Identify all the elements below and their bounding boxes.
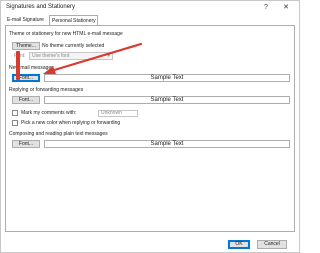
- new-mail-sample: Sample Text: [44, 74, 290, 82]
- theme-value: No theme currently selected: [42, 43, 105, 49]
- mark-comments-label: Mark my comments with:: [21, 110, 77, 116]
- ok-button[interactable]: OK: [228, 240, 250, 249]
- plain-text-font-button[interactable]: Font...: [12, 140, 40, 148]
- tab-email-signature[interactable]: E-mail Signature: [5, 16, 48, 25]
- theme-section-heading: Theme or stationery for new HTML e-mail …: [9, 31, 123, 37]
- theme-font-select-value: Use theme's font: [32, 53, 70, 59]
- reply-font-button[interactable]: Font...: [12, 96, 40, 104]
- chevron-down-icon: ▾: [107, 53, 110, 59]
- theme-button[interactable]: Theme...: [12, 42, 40, 50]
- help-icon[interactable]: ?: [259, 2, 273, 13]
- title-bar: Signatures and Stationery ? ✕: [1, 1, 299, 14]
- tab-personal-stationery[interactable]: Personal Stationery: [49, 15, 98, 25]
- signatures-dialog: Signatures and Stationery ? ✕ E-mail Sig…: [0, 0, 300, 253]
- mark-comments-input[interactable]: Unknown: [98, 110, 138, 117]
- pick-color-label: Pick a new color when replying or forwar…: [21, 120, 121, 126]
- plain-text-heading: Composing and reading plain text message…: [9, 131, 108, 137]
- theme-font-select[interactable]: Use theme's font ▾: [29, 52, 113, 60]
- reply-forward-heading: Replying or forwarding messages: [9, 87, 84, 93]
- plain-text-sample: Sample Text: [44, 140, 290, 148]
- window-title: Signatures and Stationery: [6, 4, 76, 10]
- cancel-button[interactable]: Cancel: [257, 240, 287, 249]
- reply-sample: Sample Text: [44, 96, 290, 104]
- stationery-panel: Theme or stationery for new HTML e-mail …: [5, 25, 295, 232]
- annotation-bar: [16, 51, 20, 80]
- mark-comments-checkbox[interactable]: [12, 110, 18, 116]
- pick-color-checkbox[interactable]: [12, 120, 18, 126]
- close-icon[interactable]: ✕: [279, 2, 293, 13]
